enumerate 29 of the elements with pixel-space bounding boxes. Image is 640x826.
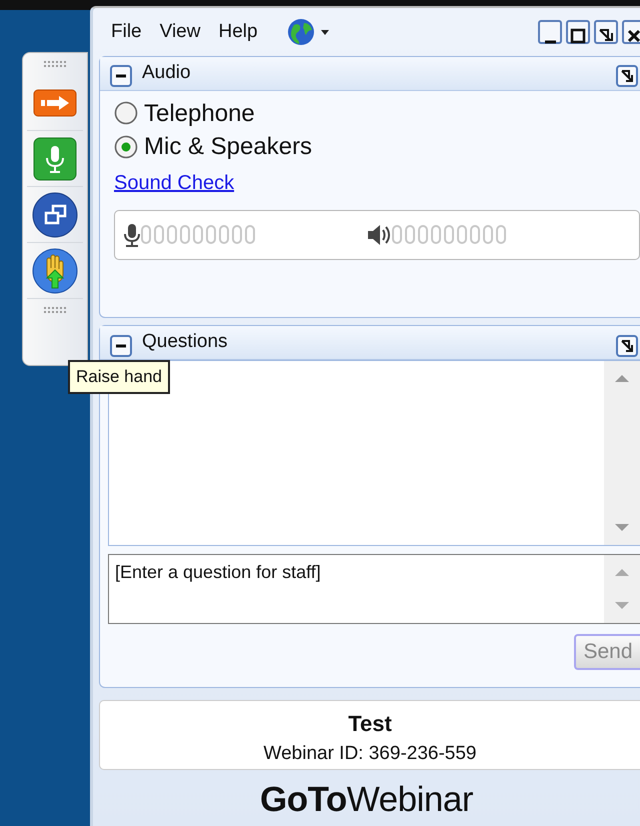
panel-title: Audio xyxy=(142,60,191,85)
popout-icon[interactable] xyxy=(616,62,638,84)
speaker-icon xyxy=(366,222,392,247)
raise-hand-icon[interactable] xyxy=(32,248,78,294)
menu-item[interactable]: File xyxy=(111,18,142,46)
radio-label[interactable]: Mic & Speakers xyxy=(144,130,312,164)
webinar-id: Webinar ID: 369-236-559 xyxy=(262,742,478,766)
sound-check-link[interactable]: Sound Check xyxy=(114,172,234,194)
radio-label[interactable]: Telephone xyxy=(144,96,255,130)
menu-item[interactable]: Help xyxy=(218,18,258,46)
collapse-icon[interactable] xyxy=(110,62,132,84)
grip-icon[interactable] xyxy=(44,307,66,313)
microphone-icon xyxy=(123,222,141,247)
tooltip: Raise hand xyxy=(68,360,170,394)
grip-icon[interactable] xyxy=(44,61,66,67)
radio-button[interactable] xyxy=(114,101,138,126)
brand-logo: GoToWebinar xyxy=(260,780,473,818)
menu-item[interactable]: View xyxy=(160,18,200,46)
globe-icon[interactable] xyxy=(286,16,330,47)
radio-button[interactable] xyxy=(114,134,138,159)
close-icon[interactable] xyxy=(622,20,640,44)
restore-icon[interactable] xyxy=(594,20,618,44)
question-field[interactable]: [Enter a question for staff] xyxy=(108,554,604,624)
microphone-icon[interactable] xyxy=(33,136,77,180)
panel-title: Questions xyxy=(142,330,228,354)
windows-icon[interactable] xyxy=(32,192,78,238)
minimize-icon[interactable] xyxy=(538,20,562,44)
maximize-icon[interactable] xyxy=(566,20,590,44)
webinar-title: Test xyxy=(347,710,393,738)
